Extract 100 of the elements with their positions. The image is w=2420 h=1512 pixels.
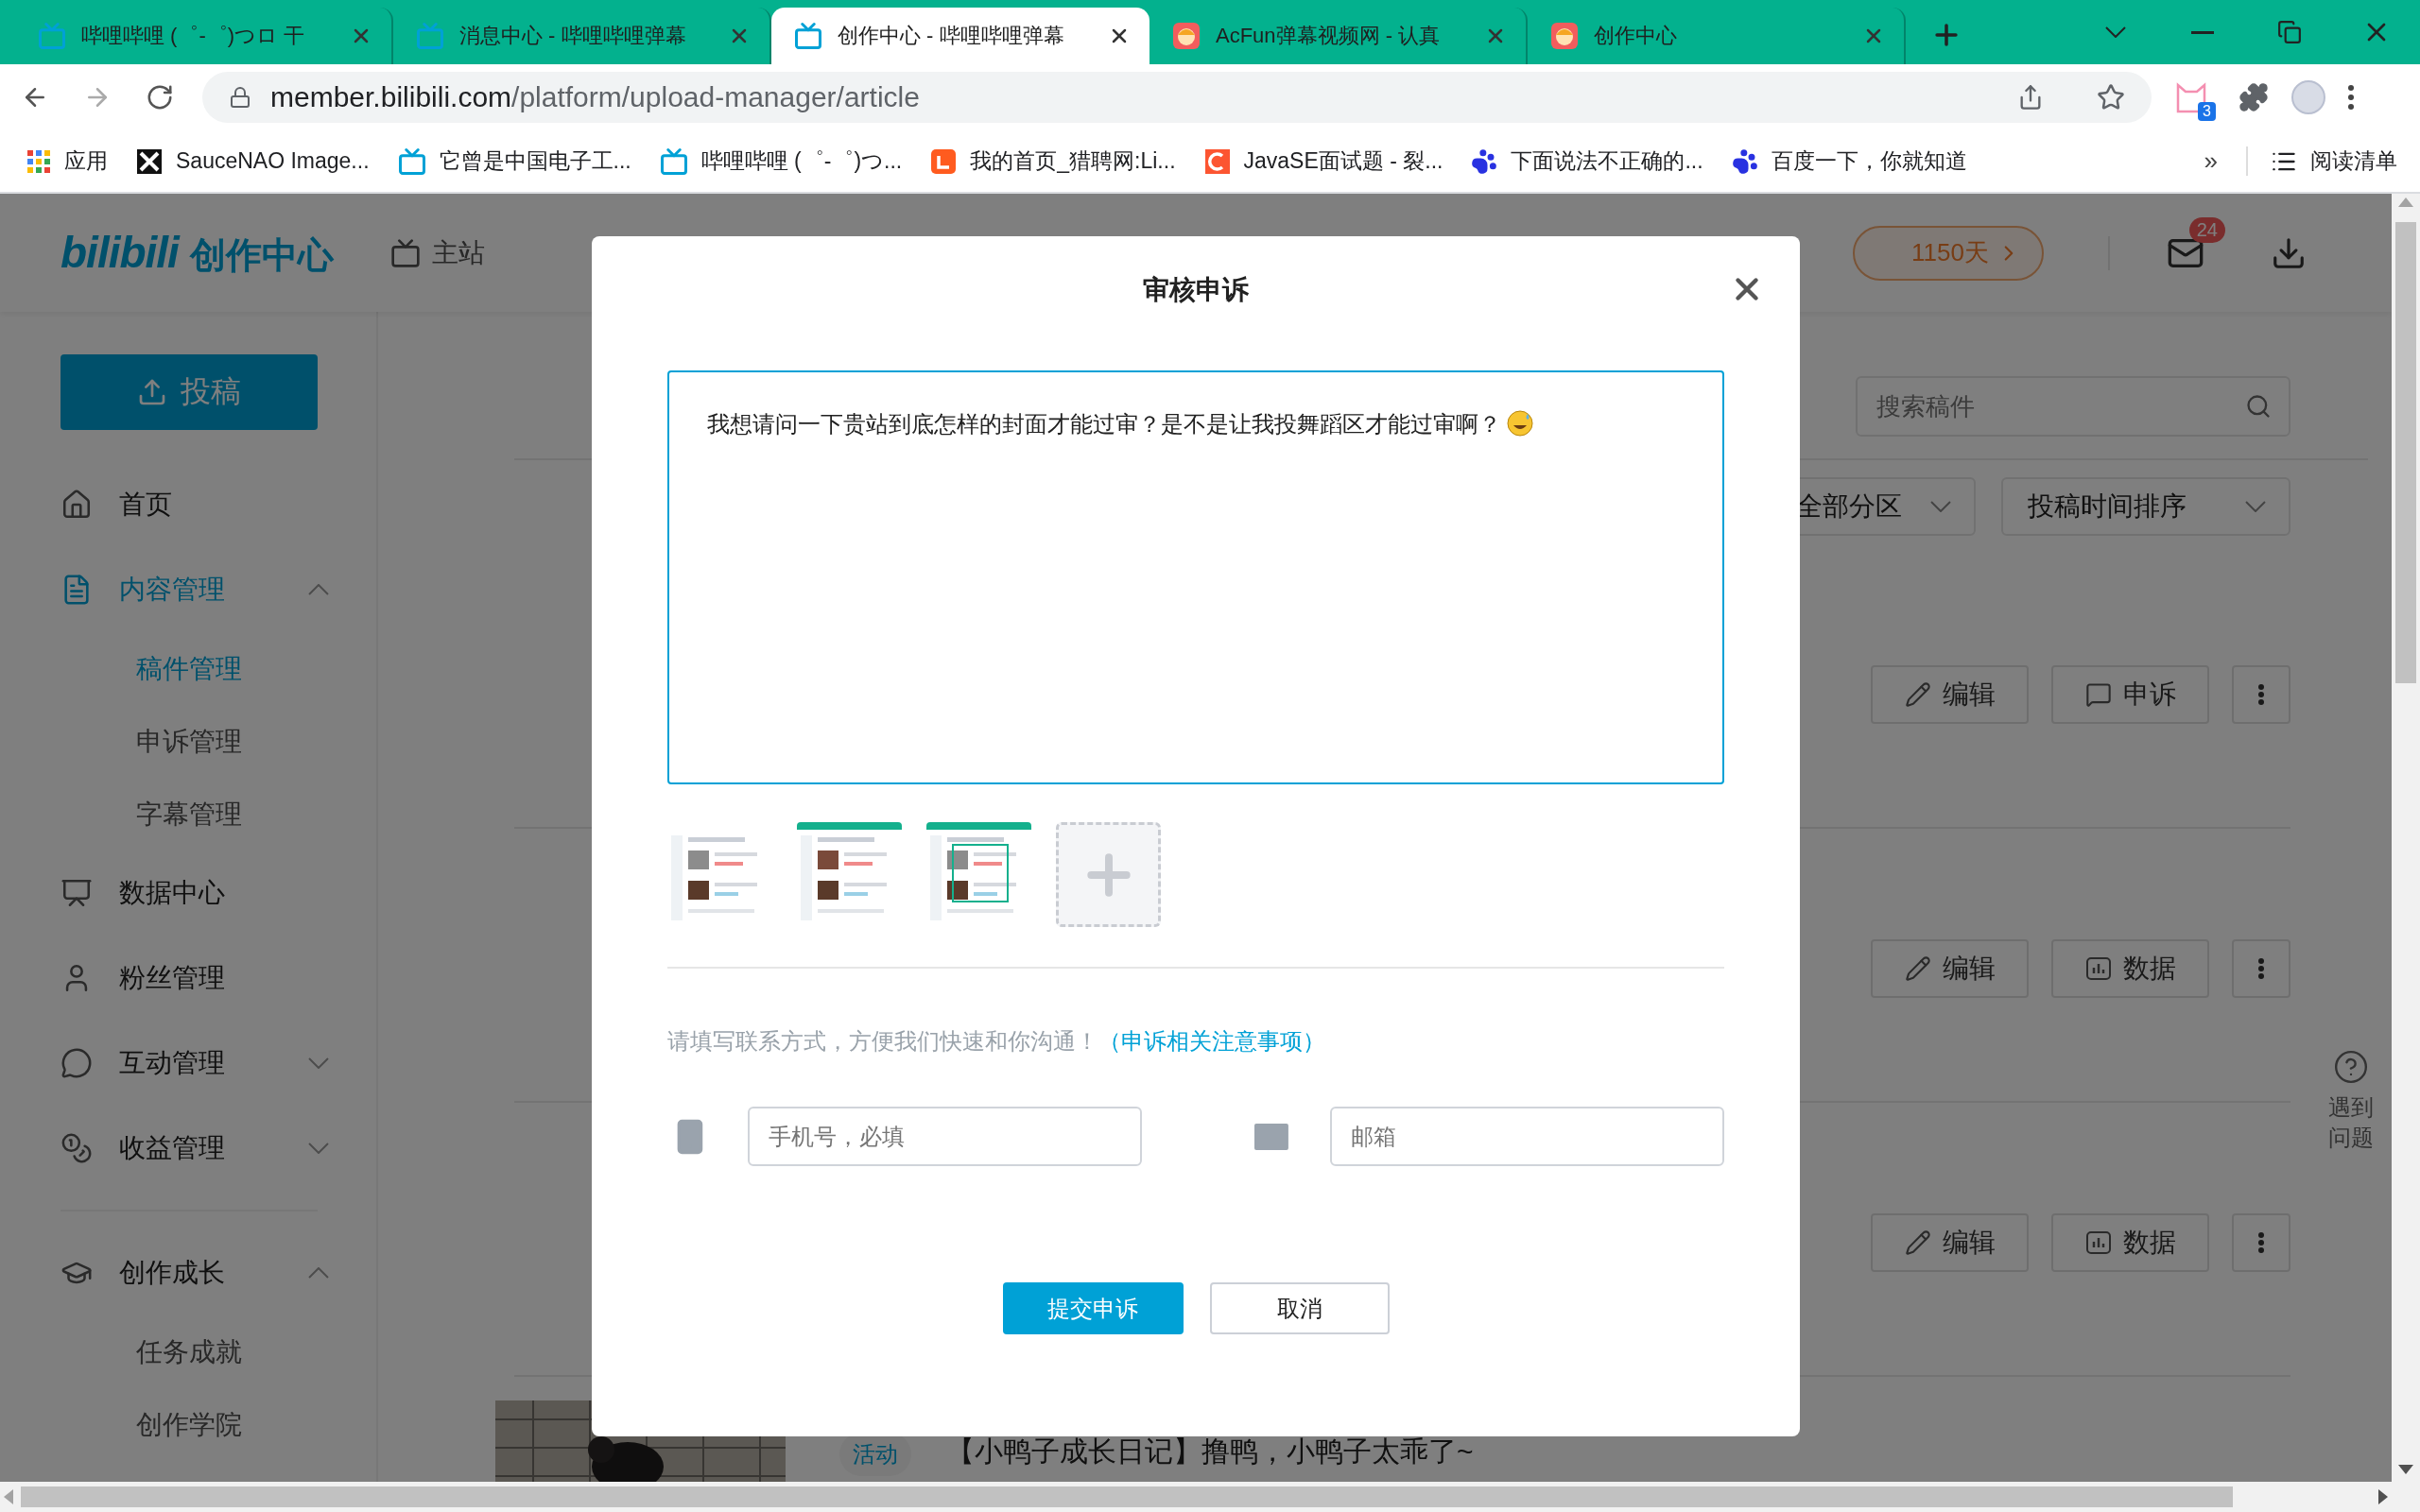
- phone-field[interactable]: 手机号，必填: [747, 1107, 1142, 1166]
- address-bar[interactable]: member.bilibili.com/platform/upload-manager/article: [202, 72, 2152, 123]
- tv-icon: [659, 146, 688, 176]
- bookmark-item[interactable]: 应用: [26, 146, 108, 176]
- nav-subitem[interactable]: 创作学院: [0, 1388, 376, 1461]
- bookmark-item[interactable]: 下面说法不正确的...: [1471, 146, 1703, 176]
- scroll-down-icon[interactable]: [2398, 1465, 2413, 1474]
- nav-item[interactable]: 收益管理: [0, 1106, 376, 1191]
- tab-title: 创作中心 - 哔哩哔哩弹幕: [838, 23, 1065, 49]
- bookmark-item[interactable]: 哔哩哔哩 (゜-゜)つ...: [659, 146, 903, 176]
- action-button[interactable]: 编辑: [1871, 1213, 2029, 1272]
- url-text: member.bilibili.com/platform/upload-manager/article: [270, 81, 921, 113]
- help-button[interactable]: 遇到问题: [2316, 1049, 2386, 1154]
- bookmark-item[interactable]: 它曾是中国电子工...: [397, 146, 631, 176]
- bar-chart-icon: [2084, 1229, 2112, 1256]
- reload-icon: [146, 83, 174, 112]
- chart-board-icon: [60, 877, 93, 909]
- bar-chart-icon: [2084, 955, 2112, 982]
- tab-title: 哔哩哔哩 (゜-゜)つロ 干: [81, 23, 306, 49]
- appeal-text-field[interactable]: 我想请问一下贵站到底怎样的封面才能过审？是不是让我投舞蹈区才能过审啊？: [667, 370, 1724, 784]
- kebab-icon: [2258, 684, 2264, 705]
- tab-title: 创作中心: [1594, 23, 1678, 49]
- browser-tab[interactable]: 创作中心 - 哔哩哔哩弹幕: [771, 8, 1150, 64]
- nav-subitem[interactable]: 字幕管理: [0, 778, 376, 850]
- browser-tab[interactable]: 哔哩哔哩 (゜-゜)つロ 干: [15, 8, 393, 64]
- lock-icon: [229, 86, 251, 109]
- speech-box-icon: [2084, 681, 2112, 708]
- apps-grid-icon: [26, 148, 51, 174]
- minimize-icon: [2191, 30, 2214, 34]
- more-button[interactable]: [2232, 939, 2290, 998]
- star-icon: [2097, 83, 2125, 112]
- bookmark-logo-icon: [1203, 147, 1231, 175]
- kebab-icon: [2258, 958, 2264, 979]
- browser-tab[interactable]: AcFun弹幕视频网 - 认真: [1150, 8, 1528, 64]
- nav-item[interactable]: 创作成长: [0, 1230, 376, 1315]
- nav-item[interactable]: 互动管理: [0, 1021, 376, 1106]
- extensions-button[interactable]: [2238, 82, 2269, 112]
- pencil-icon: [1904, 681, 1931, 708]
- chevron-down-icon: [2105, 26, 2126, 38]
- email-field[interactable]: 邮箱: [1329, 1107, 1724, 1166]
- filter-dropdown[interactable]: 投稿时间排序: [2001, 477, 2290, 536]
- tv-icon: [389, 237, 421, 268]
- bookmark-item[interactable]: JavaSE面试题 - 裂...: [1203, 146, 1443, 176]
- submit-button[interactable]: 提交申诉: [1002, 1282, 1184, 1334]
- puzzle-icon: [2238, 82, 2269, 112]
- chevron-down-icon: [2245, 501, 2266, 512]
- main-site-link[interactable]: 主站: [389, 234, 485, 271]
- bookmark-item[interactable]: SauceNAO Image...: [136, 147, 370, 175]
- action-button[interactable]: 编辑: [1871, 665, 2029, 724]
- crossed-box-icon: [136, 147, 163, 175]
- scroll-right-icon[interactable]: [2378, 1489, 2388, 1504]
- more-bookmarks-button[interactable]: »: [2204, 146, 2218, 176]
- bookmark-logo-icon: [930, 147, 958, 175]
- tv-icon: [397, 146, 426, 176]
- tab-title: AcFun弹幕视频网 - 认真: [1216, 23, 1442, 49]
- tv-icon: [416, 22, 444, 50]
- cancel-button[interactable]: 取消: [1209, 1282, 1390, 1334]
- nav-item[interactable]: 首页: [0, 462, 376, 547]
- bookmark-item[interactable]: 百度一下，你就知道: [1731, 146, 1967, 176]
- action-button[interactable]: 编辑: [1871, 939, 2029, 998]
- paw-icon: [1731, 147, 1758, 175]
- chat-icon: [60, 1047, 93, 1079]
- nav-subitem[interactable]: 任务成就: [0, 1315, 376, 1388]
- nav-item[interactable]: 数据中心: [0, 850, 376, 936]
- search-field[interactable]: 搜索稿件: [1856, 376, 2290, 437]
- paw-icon: [1471, 147, 1498, 175]
- dialog-title: 审核申诉: [1142, 274, 1250, 306]
- kebab-icon: [2348, 85, 2354, 110]
- coins-icon: [60, 1132, 93, 1164]
- restore-icon: [2277, 20, 2302, 44]
- extension-badge: 3: [2198, 102, 2216, 121]
- menu-button[interactable]: [2348, 85, 2354, 110]
- tv-icon: [38, 22, 66, 50]
- browser-tab[interactable]: 创作中心: [1528, 8, 1906, 64]
- search-icon: [2245, 393, 2272, 420]
- nav-item[interactable]: 粉丝管理: [0, 936, 376, 1021]
- notice-link[interactable]: （申诉相关注意事项）: [1098, 1028, 1325, 1054]
- help-icon: [2333, 1049, 2369, 1085]
- pencil-icon: [1904, 1229, 1931, 1256]
- chevron-down-icon: [1930, 501, 1951, 512]
- reading-list-button[interactable]: 阅读清单: [2246, 146, 2397, 176]
- notification-badge: 24: [2188, 216, 2225, 243]
- pencil-icon: [1904, 955, 1931, 982]
- action-button[interactable]: 数据: [2051, 1213, 2209, 1272]
- logo-text: bilibili: [60, 226, 179, 278]
- bookmark-star-button[interactable]: [2097, 83, 2125, 112]
- tv-icon: [794, 22, 822, 50]
- kebab-icon: [2258, 1232, 2264, 1253]
- action-button[interactable]: 申诉: [2051, 665, 2209, 724]
- nav-subitem[interactable]: 申诉管理: [0, 705, 376, 778]
- scrollbar-thumb[interactable]: [21, 1486, 2233, 1507]
- scrollbar-thumb[interactable]: [2395, 222, 2416, 683]
- video-title[interactable]: 【小鸭子成长日记】撸鸭，小鸭子太乖了~: [946, 1433, 1474, 1482]
- upload-icon: [137, 377, 167, 407]
- bookmark-item[interactable]: 我的首页_猎聘网:Li...: [930, 146, 1176, 176]
- more-button[interactable]: [2232, 1213, 2290, 1272]
- action-button[interactable]: 数据: [2051, 939, 2209, 998]
- more-button[interactable]: [2232, 665, 2290, 724]
- tab-title: 消息中心 - 哔哩哔哩弹幕: [459, 23, 687, 49]
- contact-prompt: 请填写联系方式，方便我们快速和你沟通！（申诉相关注意事项）: [667, 1027, 1326, 1056]
